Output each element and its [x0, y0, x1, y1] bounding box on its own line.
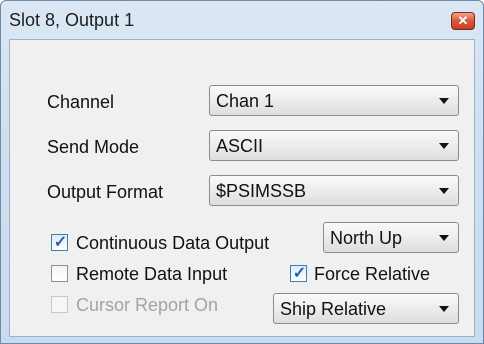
checkmark-icon: ✓	[53, 234, 68, 251]
channel-dropdown[interactable]: Chan 1	[209, 85, 459, 116]
chevron-down-icon	[439, 98, 449, 104]
chevron-down-icon	[439, 235, 449, 241]
window-title: Slot 8, Output 1	[9, 10, 135, 30]
output-format-dropdown[interactable]: $PSIMSSB	[209, 175, 459, 206]
output-format-label: Output Format	[47, 182, 164, 202]
reference-value: Ship Relative	[280, 299, 387, 319]
force-relative-label: Force Relative	[314, 264, 431, 284]
close-button[interactable]: ✕	[451, 12, 475, 30]
chevron-down-icon	[439, 143, 449, 149]
checkmark-icon: ✓	[292, 265, 307, 282]
send-mode-dropdown[interactable]: ASCII	[209, 130, 459, 161]
continuous-data-output-label: Continuous Data Output	[76, 233, 270, 253]
dialog-window: Slot 8, Output 1 ✕ Channel Chan 1 Send M…	[0, 0, 484, 344]
orientation-value: North Up	[330, 228, 403, 248]
reference-dropdown[interactable]: Ship Relative	[273, 293, 459, 324]
output-format-value: $PSIMSSB	[216, 181, 307, 201]
channel-label: Channel	[47, 92, 115, 112]
title-bar[interactable]: Slot 8, Output 1 ✕	[1, 1, 483, 39]
cursor-report-checkbox[interactable]	[51, 296, 68, 313]
close-icon: ✕	[457, 13, 469, 28]
chevron-down-icon	[439, 306, 449, 312]
remote-data-input-checkbox[interactable]	[51, 265, 68, 282]
dialog-body: Channel Chan 1 Send Mode ASCII Output Fo…	[9, 39, 475, 337]
cursor-report-label: Cursor Report On	[76, 295, 219, 315]
chevron-down-icon	[439, 188, 449, 194]
send-mode-value: ASCII	[216, 136, 264, 156]
orientation-dropdown[interactable]: North Up	[323, 222, 459, 253]
send-mode-label: Send Mode	[47, 137, 140, 157]
channel-value: Chan 1	[216, 91, 275, 111]
remote-data-input-label: Remote Data Input	[76, 264, 228, 284]
force-relative-checkbox[interactable]: ✓	[290, 265, 307, 282]
continuous-data-output-checkbox[interactable]: ✓	[51, 234, 68, 251]
